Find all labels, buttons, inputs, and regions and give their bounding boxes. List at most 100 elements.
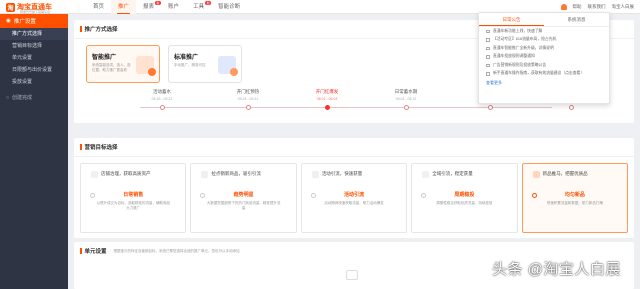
goal-tag-row: 拉点销新商品，吸引引流 — [195, 169, 291, 179]
timeline-node[interactable]: 日常蓄水期 06.04 - 06.12 — [376, 89, 436, 110]
unit-section-desc: 根据宝贝的特征及营销目标，系统已帮您选择合适的推广单元，您也可以手动添加 — [113, 248, 240, 253]
nav-report-label: 报表 — [143, 4, 155, 10]
goal-name: 活动引流 — [344, 192, 365, 198]
nav-tools[interactable]: 工具新 — [186, 0, 212, 14]
goal-card[interactable]: 全域引流，稳定获量 周期稳投 周期性稳定获取优质流量，持续投放 — [411, 163, 518, 233]
bell-icon[interactable] — [560, 4, 567, 10]
goal-icon — [422, 170, 430, 178]
nav-tools-label: 工具 — [193, 4, 205, 10]
goal-name: 趋势明星 — [233, 192, 254, 198]
mode-card-standard[interactable]: 标准推广 手动推广，精准可控 — [168, 45, 242, 83]
notice-text: 广告营销新规则及投放策略公告 — [493, 62, 547, 67]
timeline-label: 日常蓄水期 — [394, 89, 418, 94]
notice-text: 直通车投放规则调整通知 — [493, 54, 535, 59]
goal-tag-row: 全域引流，稳定获量 — [416, 169, 512, 179]
watermark: 头条 @淘宝人白展 — [492, 261, 621, 278]
notice-text: 新手直通车操作指南，获取有效流量建议（点击查看） — [493, 71, 585, 76]
goal-name: 均匀新品 — [564, 192, 585, 198]
goal-card[interactable]: 店铺治理，获取高质资产 日常销售 以提升成交为目标，选取精准的流量，辅助商品大力… — [80, 163, 187, 233]
timeline-node[interactable]: 开门红预热 05.24 - 05.31 — [218, 89, 278, 110]
notice-item[interactable]: 直通车投放规则调整通知 — [479, 53, 609, 62]
message-icon — [486, 55, 490, 59]
sidebar: ◉ 推广设置 推广方式选择 营销目标选择 单元设置 日限额与出价设置 投放设置 … — [0, 14, 68, 289]
empty-box-icon — [346, 270, 358, 280]
goal-icon — [201, 170, 209, 178]
tab-notice[interactable]: 日常公告 — [479, 13, 544, 26]
timeline-date: 06.04 - 06.12 — [395, 97, 417, 101]
goal-desc: 以提升成交为目标，选取精准的流量，辅助商品大力推广 — [96, 201, 170, 210]
sidebar-header[interactable]: ◉ 推广设置 — [0, 14, 68, 28]
timeline-node[interactable]: 活动蓄水 05.16 - 05.22 — [132, 89, 192, 110]
tab-system-message[interactable]: 系统消息 — [544, 13, 609, 26]
goal-tag: 全域引流，稳定获量 — [432, 171, 473, 176]
mode-desc: 手动推广，精准可控 — [174, 63, 206, 67]
goal-card-selected[interactable]: 新品推马，把握优质品 均匀新品 快速积累流量和数据，助力新品打爆 — [521, 163, 629, 233]
goal-icon — [532, 170, 540, 178]
goal-desc: 大数据挖掘趋势下的热门商品流量，精准提升流量 — [206, 201, 281, 210]
notice-item[interactable]: 新手直通车操作指南，获取有效流量建议（点击查看） — [479, 70, 609, 79]
sidebar-item-unit[interactable]: 单元设置 — [0, 52, 68, 64]
timeline-dot — [488, 105, 493, 110]
timeline-label: 开门红爆发 — [315, 89, 339, 94]
goal-section-title-text: 营销目标选择 — [84, 145, 118, 151]
nav-home[interactable]: 首页 — [86, 0, 111, 14]
title-accent — [80, 26, 82, 32]
message-icon — [486, 29, 490, 33]
goal-desc: 活动期间快速获取流量，助力活动爆发 — [324, 201, 384, 205]
user-name[interactable]: 淘宝人白展 — [612, 4, 635, 10]
popup-tabs: 日常公告 系统消息 — [479, 13, 609, 27]
goal-cards: 店铺治理，获取高质资产 日常销售 以提升成交为目标，选取精准的流量，辅助商品大力… — [74, 157, 634, 239]
sidebar-item-budget[interactable]: 日限额与出价设置 — [0, 64, 68, 76]
nav-report[interactable]: 报表新 — [136, 0, 162, 14]
help-link[interactable]: 帮助 — [573, 4, 582, 10]
goal-desc: 快速积累流量和数据，助力新品打爆 — [546, 201, 603, 205]
notice-item[interactable]: 广告营销新规则及投放策略公告 — [479, 61, 609, 70]
standard-promo-icon — [218, 56, 238, 76]
notice-text: 【活动专区】618流量布局，抢占先机 — [493, 37, 557, 42]
goal-desc: 周期性稳定获取优质流量，持续投放 — [436, 201, 493, 205]
goal-tag: 店铺治理，获取高质资产 — [101, 171, 151, 176]
mode-card-smart[interactable]: 智能推广 系统智能选词、选人、选位置，助力推广更高效 — [86, 45, 160, 83]
goal-radio[interactable] — [531, 193, 537, 198]
goal-radio[interactable] — [310, 193, 316, 198]
notice-item[interactable]: 直通车智能推广全新升级，详情说明 — [479, 44, 609, 53]
unit-section-title-text: 单元设置 — [84, 249, 107, 255]
logo-icon: 淘 — [6, 2, 15, 12]
sidebar-item-goal[interactable]: 营销目标选择 — [0, 40, 68, 52]
sidebar-item-mode[interactable]: 推广方式选择 — [0, 28, 68, 40]
logo[interactable]: 淘 淘宝直通车 阿里巴巴旗下营销平台 — [0, 0, 68, 14]
smart-promo-icon — [136, 56, 156, 76]
goal-radio[interactable] — [90, 193, 95, 198]
goal-tag-row: 新品推马，把握优质品 — [527, 169, 623, 179]
sidebar-header-label: 推广设置 — [13, 19, 36, 25]
notice-item[interactable]: 【活动专区】618流量布局，抢占先机 — [479, 36, 609, 45]
goal-tag: 活动引流，快速获量 — [321, 171, 363, 176]
timeline-date: 06.01 - 06.03 — [316, 97, 338, 101]
goal-icon — [91, 170, 98, 178]
timeline-dot — [404, 105, 409, 110]
message-icon — [486, 72, 490, 76]
goal-name: 日常销售 — [123, 192, 144, 198]
view-more-link[interactable]: 查看更多 — [479, 78, 609, 88]
goal-tag-row: 活动引流，快速获量 — [306, 169, 402, 179]
timeline-dot — [160, 105, 165, 110]
timeline-node-current[interactable]: 开门红爆发 06.01 - 06.03 — [297, 89, 357, 110]
notice-popup: 日常公告 系统消息 直通车新功能上线，快速了解 【活动专区】618流量布局，抢占… — [478, 12, 610, 104]
sidebar-item-delivery[interactable]: 投放设置 — [0, 76, 68, 88]
contact-link[interactable]: 联系我们 — [588, 4, 606, 10]
notice-item[interactable]: 直通车新功能上线，快速了解 — [479, 27, 609, 36]
timeline-dot — [246, 105, 251, 110]
sidebar-group-done[interactable]: ○ 创建完成 — [0, 92, 68, 104]
timeline-label: 活动蓄水 — [153, 89, 171, 94]
message-icon — [486, 38, 490, 42]
timeline-label: 开门红预热 — [236, 89, 260, 94]
timeline-date: 05.24 - 05.31 — [237, 97, 259, 101]
goal-card[interactable]: 活动引流，快速获量 活动引流 活动期间快速获取流量，助力活动爆发 — [300, 163, 408, 233]
nav-promote[interactable]: 推广 — [111, 0, 137, 14]
goal-card[interactable]: 拉点销新商品，吸引引流 趋势明星 大数据挖掘趋势下的热门商品流量，精准提升流量 — [190, 163, 297, 233]
nav-diagnosis[interactable]: 智能诊断 — [211, 0, 247, 14]
sidebar-group-label: 创建完成 — [12, 95, 33, 101]
title-accent — [80, 248, 82, 254]
goal-section: 营销目标选择 店铺治理，获取高质资产 日常销售 以提升成交为目标，选取精准的流量… — [74, 138, 634, 238]
nav-account[interactable]: 账户 — [161, 0, 186, 14]
